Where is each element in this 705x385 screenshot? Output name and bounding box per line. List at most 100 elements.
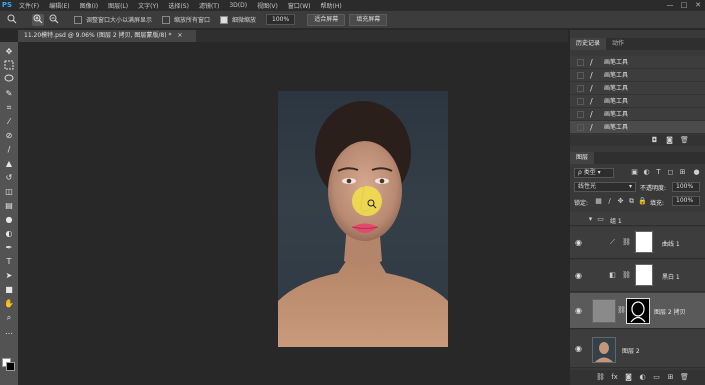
fill-field[interactable]: 100%: [672, 196, 700, 206]
history-item[interactable]: / 画笔工具: [570, 95, 705, 108]
fx-icon[interactable]: fx: [610, 373, 619, 382]
document-tab-close[interactable]: ×: [177, 32, 182, 39]
lock-all-icon[interactable]: 🔒: [638, 197, 647, 206]
shape-tool-icon[interactable]: ■: [3, 284, 15, 296]
layer-filter-select[interactable]: ρ 类型 ▾: [574, 168, 614, 178]
maximize-button[interactable]: □: [677, 0, 691, 11]
menu-type[interactable]: 文字(Y): [133, 1, 163, 10]
menu-help[interactable]: 帮助(H): [316, 1, 347, 10]
menu-edit[interactable]: 编辑(E): [44, 1, 74, 10]
crop-tool-icon[interactable]: ⌗: [3, 102, 15, 114]
layer-row-curves[interactable]: ◉ ⟋ ⛓ 曲线 1: [570, 227, 705, 259]
fit-screen-button[interactable]: 适合屏幕: [307, 13, 346, 26]
history-brush-tool-icon[interactable]: ↺: [3, 172, 15, 184]
zoom-out-icon[interactable]: [48, 14, 60, 26]
menu-file[interactable]: 文件(F): [14, 1, 44, 10]
brush-icon: /: [590, 110, 593, 119]
tab-history[interactable]: 历史记录: [570, 38, 607, 50]
filter-toggle-icon[interactable]: ●: [692, 168, 701, 177]
menu-view[interactable]: 视图(V): [252, 1, 283, 10]
menu-window[interactable]: 窗口(W): [283, 1, 316, 10]
quick-select-tool-icon[interactable]: ✎: [3, 88, 15, 100]
mask-icon[interactable]: ◙: [624, 373, 633, 382]
blend-mode-select[interactable]: 线性光 ▾: [574, 182, 636, 192]
zoom-in-icon[interactable]: [32, 13, 44, 26]
scrubby-zoom-checkbox[interactable]: [220, 15, 229, 24]
layer-row-layer2-copy[interactable]: ◉ ⛓ 图层 2 拷贝: [570, 293, 705, 329]
healing-tool-icon[interactable]: ⊘: [3, 130, 15, 142]
history-item-selected[interactable]: / 画笔工具: [570, 121, 705, 134]
filter-smart-icon[interactable]: ⊞: [678, 168, 687, 177]
trash-icon[interactable]: 🗑: [680, 136, 689, 145]
history-item[interactable]: / 画笔工具: [570, 108, 705, 121]
eye-icon[interactable]: ◉: [575, 271, 584, 280]
brush-icon: /: [590, 84, 593, 93]
history-item[interactable]: / 画笔工具: [570, 82, 705, 95]
gradient-tool-icon[interactable]: ▤: [3, 200, 15, 212]
type-tool-icon[interactable]: T: [3, 256, 15, 268]
brush-icon: /: [590, 123, 593, 132]
layer-row-black-white[interactable]: ◉ ◧ ⛓ 黑白 1: [570, 260, 705, 292]
menu-select[interactable]: 选择(S): [163, 1, 194, 10]
eyedropper-tool-icon[interactable]: ⁄: [3, 116, 15, 128]
visibility-off-icon[interactable]: [575, 215, 584, 224]
zoom-all-checkbox[interactable]: [162, 15, 171, 24]
eye-icon[interactable]: ◉: [575, 344, 584, 353]
eye-icon[interactable]: ◉: [575, 306, 584, 315]
lock-pixels-icon[interactable]: ▦: [594, 197, 603, 206]
link-icon[interactable]: ⛓: [596, 373, 605, 382]
fill-label: 填充:: [650, 200, 665, 207]
menu-filter[interactable]: 滤镜(T): [194, 1, 224, 10]
lock-artboard-icon[interactable]: ⧉: [627, 197, 636, 206]
adjustment-icon[interactable]: ◐: [638, 373, 647, 382]
resize-windows-checkbox[interactable]: [74, 15, 82, 24]
brush-tool-icon[interactable]: /: [3, 144, 15, 156]
layer-row-layer2[interactable]: ◉ 图层 2: [570, 330, 705, 368]
zoom-tool-icon[interactable]: [6, 14, 18, 26]
blur-tool-icon[interactable]: ●: [3, 214, 15, 226]
filter-type-icon[interactable]: T: [654, 168, 663, 177]
menu-image[interactable]: 图像(I): [75, 1, 103, 10]
layer-mask-thumbnail: [626, 298, 650, 324]
tab-layers[interactable]: 图层: [570, 152, 595, 164]
zoom-value-field[interactable]: 100%: [266, 14, 296, 25]
dodge-tool-icon[interactable]: ◐: [3, 228, 15, 240]
document-canvas[interactable]: [278, 91, 448, 347]
folder-icon[interactable]: ▭: [652, 373, 661, 382]
lasso-tool-icon[interactable]: [3, 74, 15, 86]
curves-adjust-icon: ⟋: [610, 238, 615, 246]
history-item[interactable]: / 画笔工具: [570, 69, 705, 82]
filter-adjust-icon[interactable]: ◐: [642, 168, 651, 177]
layer-row-group[interactable]: ▾ ▭ 组 1: [570, 212, 705, 226]
filter-pixel-icon[interactable]: ▣: [630, 168, 639, 177]
menu-3d[interactable]: 3D(D): [224, 2, 252, 9]
snapshot-icon[interactable]: ◘: [650, 136, 659, 145]
trash-icon[interactable]: 🗑: [680, 373, 689, 382]
lock-paint-icon[interactable]: /: [605, 197, 614, 206]
more-tools-icon[interactable]: …: [3, 326, 15, 338]
pen-tool-icon[interactable]: ✒: [3, 242, 15, 254]
chevron-down-icon[interactable]: ▾: [586, 215, 595, 224]
tab-actions[interactable]: 动作: [606, 38, 630, 50]
hand-tool-icon[interactable]: ✋: [3, 298, 15, 310]
menu-layer[interactable]: 图层(L): [103, 1, 133, 10]
lock-position-icon[interactable]: ✥: [616, 197, 625, 206]
eye-icon[interactable]: ◉: [575, 238, 584, 247]
layer-mask-thumbnail: [635, 264, 653, 286]
background-color-swatch[interactable]: [6, 362, 15, 371]
eraser-tool-icon[interactable]: ◫: [3, 186, 15, 198]
minimize-button[interactable]: —: [663, 0, 677, 11]
opacity-field[interactable]: 100%: [672, 182, 700, 192]
new-layer-icon[interactable]: ⊞: [666, 373, 675, 382]
history-item[interactable]: / 画笔工具: [570, 56, 705, 69]
close-window-button[interactable]: ✕: [691, 0, 705, 11]
stamp-tool-icon[interactable]: ▲: [3, 158, 15, 170]
filter-shape-icon[interactable]: ◻: [666, 168, 675, 177]
move-tool-icon[interactable]: ✥: [3, 46, 15, 58]
path-select-tool-icon[interactable]: ➤: [3, 270, 15, 282]
zoom-tool-icon[interactable]: ⌕: [3, 312, 15, 324]
fill-screen-button[interactable]: 填充屏幕: [349, 13, 388, 26]
document-tab[interactable]: 11.20模特.psd @ 9.06% (图层 2 拷贝, 图层蒙版/8) * …: [18, 30, 196, 42]
marquee-tool-icon[interactable]: [3, 60, 15, 72]
camera-icon[interactable]: ◙: [665, 136, 674, 145]
